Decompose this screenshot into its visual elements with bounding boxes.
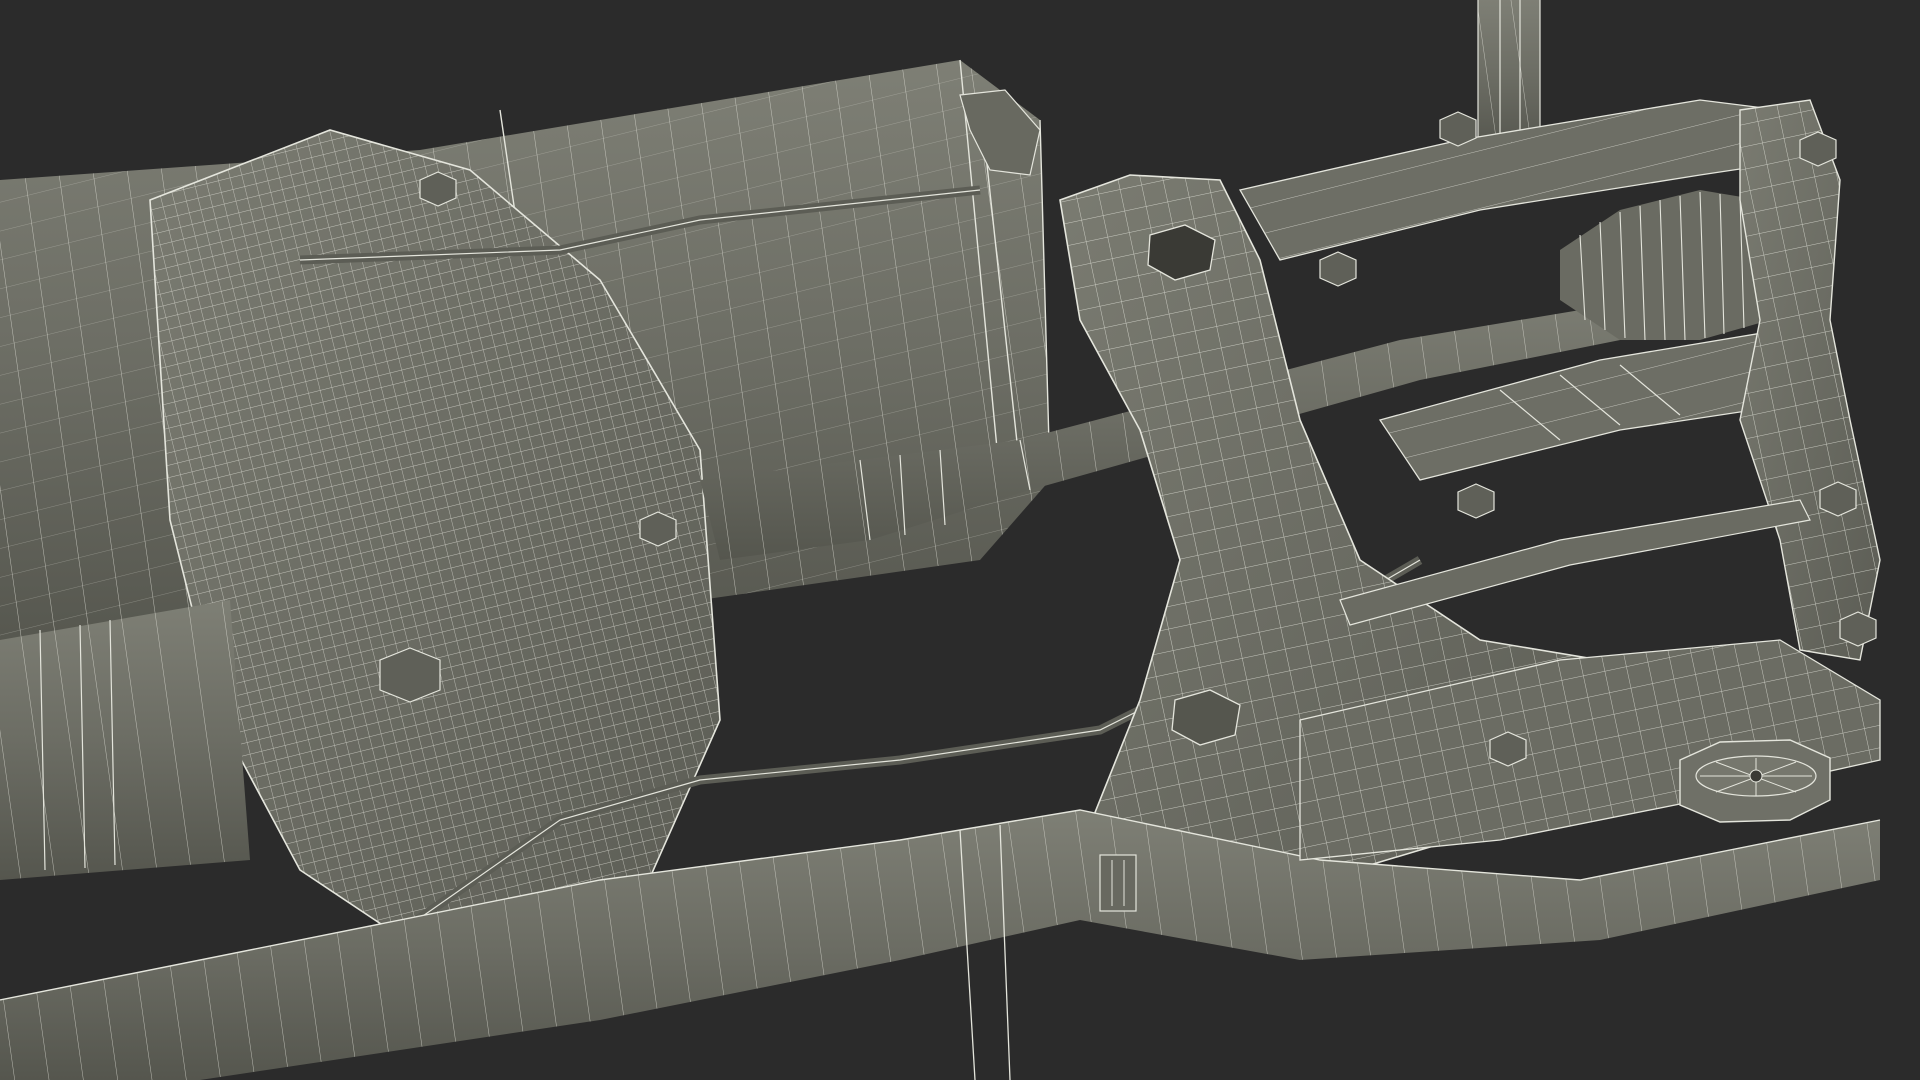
cv-boot	[1560, 190, 1770, 341]
lower-frame-rail	[0, 809, 1881, 1080]
steering-knuckle	[1739, 99, 1881, 661]
frame-clip	[1099, 854, 1137, 912]
steering-column	[1477, 0, 1541, 150]
left-output-shaft	[0, 600, 250, 880]
render-viewport	[0, 0, 1920, 1080]
wireframe-render	[0, 0, 1881, 1080]
ball-joint-pad	[1679, 739, 1831, 823]
